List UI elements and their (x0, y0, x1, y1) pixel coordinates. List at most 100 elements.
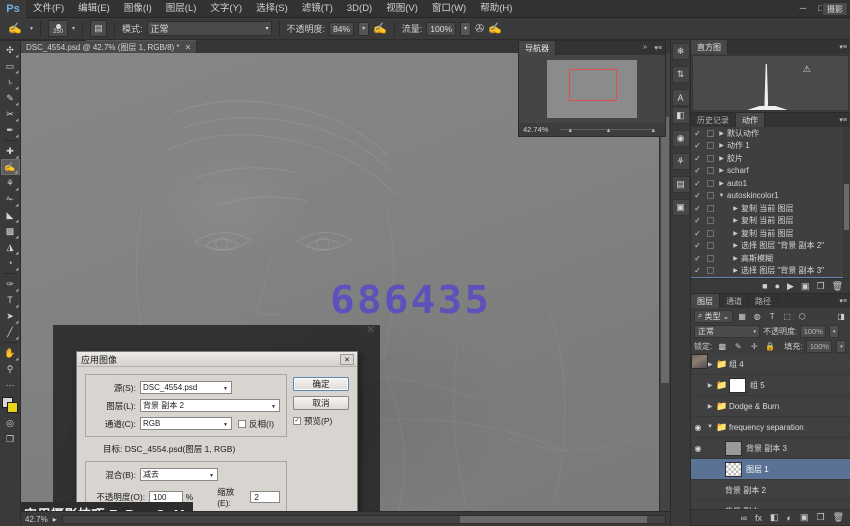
navigator-zoom-value[interactable]: 42.74% (523, 125, 548, 134)
action-dialog-toggle[interactable] (704, 242, 716, 249)
layer-row[interactable]: ▶📁Dodge & Burn (691, 396, 850, 417)
tab-histogram[interactable]: 直方图 (691, 40, 728, 54)
layer-blend-mode-select[interactable]: 正常 ▾ (694, 325, 760, 338)
background-color-swatch[interactable] (7, 402, 18, 413)
layer-row[interactable]: ◉▼📁frequency separation (691, 417, 850, 438)
action-row[interactable]: ✓▶高斯模糊 (691, 252, 850, 265)
expand-arrow-icon[interactable]: ▶ (716, 167, 727, 174)
action-dialog-toggle[interactable] (704, 267, 716, 274)
brush-presets-icon[interactable]: ⚘ (672, 153, 690, 170)
delete-icon[interactable]: 🗑 (832, 281, 843, 292)
layer-row[interactable]: ◉背景 副本 3 (691, 438, 850, 459)
action-dialog-toggle[interactable] (704, 230, 716, 237)
screen-mode-icon[interactable]: ❐ (1, 431, 20, 447)
shape-tool[interactable]: ╱◢ (1, 324, 20, 340)
delete-layer-icon[interactable]: 🗑 (833, 512, 844, 523)
action-row[interactable]: ✓▶选择 图层 "背景 副本 2" (691, 240, 850, 253)
blend-mode-select[interactable]: 正常 ▾ (147, 21, 272, 36)
marquee-tool[interactable]: ▭◢ (1, 58, 20, 74)
expand-arrow-icon[interactable]: ▶ (716, 155, 727, 162)
brush-size-button[interactable]: 250 (48, 20, 68, 37)
menu-file[interactable]: 文件(F) (26, 0, 71, 18)
action-dialog-toggle[interactable] (704, 167, 716, 174)
gradient-tool[interactable]: ▩◢ (1, 223, 20, 239)
menu-view[interactable]: 视图(V) (379, 0, 425, 18)
adjustments-icon[interactable]: ❄ (672, 43, 690, 60)
fill-value[interactable]: 100% (806, 340, 832, 353)
action-enabled-check[interactable]: ✓ (691, 266, 704, 275)
actions-list[interactable]: ✓▶默认动作✓▶动作 1✓▶胶片✓▶scharf✓▶auto1✓▼autoski… (691, 127, 850, 278)
action-row[interactable]: ✓▼autoskincolor1 (691, 190, 850, 203)
action-row[interactable]: ✓▶动作 1 (691, 140, 850, 153)
action-row[interactable]: ✓▶scharf (691, 165, 850, 178)
eraser-tool[interactable]: ◣◢ (1, 207, 20, 223)
tab-history[interactable]: 历史记录 (691, 113, 736, 127)
pen-tool[interactable]: ✑◢ (1, 276, 20, 292)
action-dialog-toggle[interactable] (704, 192, 716, 199)
zoom-tool[interactable]: ⚲ (1, 361, 20, 377)
panel-menu-icon[interactable]: ▾≡ (839, 116, 847, 124)
expand-arrow-icon[interactable]: ▼ (705, 424, 715, 430)
dialog-title-bar[interactable]: 应用图像 ✕ (77, 352, 357, 367)
action-enabled-check[interactable]: ✓ (691, 166, 704, 175)
layer-row[interactable]: 背景 副本 (691, 501, 850, 509)
panel-menu-icon[interactable]: ▾≡ (839, 297, 847, 305)
zoom-out-icon[interactable]: ▴ (568, 126, 572, 134)
action-row[interactable]: ✓▶auto1 (691, 177, 850, 190)
brush-tool[interactable]: ✍◢ (1, 159, 20, 175)
canvas-horizontal-scrollbar[interactable] (62, 515, 666, 524)
lock-transparency-icon[interactable]: ▩ (716, 340, 728, 353)
new-action-icon[interactable]: ❐ (816, 281, 824, 292)
action-row[interactable]: ✓▶胶片 (691, 152, 850, 165)
action-row[interactable]: ✓▶选择 图层 "背景 副本 3" (691, 265, 850, 278)
new-set-icon[interactable]: ▣ (801, 281, 810, 292)
brush-size-caret-icon[interactable]: ▾ (72, 25, 75, 32)
character-icon[interactable]: A (672, 89, 690, 106)
menu-type[interactable]: 文字(Y) (203, 0, 249, 18)
tab-channels[interactable]: 通道 (720, 294, 749, 308)
layer-thumbnail[interactable] (725, 462, 742, 477)
action-row[interactable]: ✓▶复制 当前 图层 (691, 202, 850, 215)
layers-list[interactable]: ▶📁组 4▶📁组 5▶📁Dodge & Burn◉▼📁frequency sep… (691, 354, 850, 509)
expand-arrow-icon[interactable]: ▶ (716, 180, 727, 187)
expand-arrow-icon[interactable]: ▶ (730, 267, 741, 274)
visibility-icon[interactable]: ◉ (691, 444, 705, 453)
flow-stepper[interactable]: ▾ (460, 22, 471, 36)
navigator-view-rect[interactable] (569, 69, 617, 101)
menu-filter[interactable]: 滤镜(T) (295, 0, 340, 18)
filter-adjustment-icon[interactable]: ◍ (751, 310, 763, 323)
slider-handle[interactable]: ▴ (607, 126, 611, 134)
layer-select[interactable]: 背景 副本 2 ▼ (140, 399, 280, 412)
layer-row[interactable]: 背景 副本 2 (691, 480, 850, 501)
color-swatches[interactable] (1, 396, 20, 415)
opacity-stepper[interactable]: ▾ (358, 22, 369, 36)
properties-icon[interactable]: ▤ (672, 176, 690, 193)
edit-toolbar-icon[interactable]: ⋯ (1, 377, 20, 393)
dialog-close-icon[interactable]: ✕ (340, 354, 354, 365)
styles-icon[interactable]: ⇅ (672, 66, 690, 83)
record-icon[interactable]: ● (775, 281, 780, 291)
action-enabled-check[interactable]: ✓ (691, 254, 704, 263)
add-mask-icon[interactable]: ◧ (770, 512, 779, 523)
opacity-value[interactable]: 84% (329, 22, 354, 36)
action-dialog-toggle[interactable] (704, 255, 716, 262)
layer-thumbnail[interactable] (725, 441, 742, 456)
actions-scrollbar[interactable] (843, 127, 850, 278)
expand-arrow-icon[interactable]: ▶ (716, 142, 727, 149)
expand-arrow-icon[interactable]: ▶ (730, 230, 741, 237)
eyedropper-tool[interactable]: ✒◢ (1, 122, 20, 138)
action-enabled-check[interactable]: ✓ (691, 204, 704, 213)
expand-arrow-icon[interactable]: ▶ (730, 255, 741, 262)
action-enabled-check[interactable]: ✓ (691, 229, 704, 238)
play-icon[interactable]: ▶ (787, 281, 794, 292)
status-zoom[interactable]: 42.7% (25, 515, 48, 524)
panel-menu-icon[interactable]: ▾≡ (654, 44, 662, 52)
status-arrow-icon[interactable]: ▸ (53, 515, 57, 524)
menu-window[interactable]: 窗口(W) (425, 0, 473, 18)
clone-stamp-tool[interactable]: ⚘◢ (1, 175, 20, 191)
hand-tool[interactable]: ✋◢ (1, 345, 20, 361)
healing-brush-tool[interactable]: ✚◢ (1, 143, 20, 159)
expand-arrow-icon[interactable]: ▶ (730, 205, 741, 212)
adjustment-layer-icon[interactable]: ◐ (787, 513, 792, 523)
lock-position-icon[interactable]: ✛ (748, 340, 760, 353)
